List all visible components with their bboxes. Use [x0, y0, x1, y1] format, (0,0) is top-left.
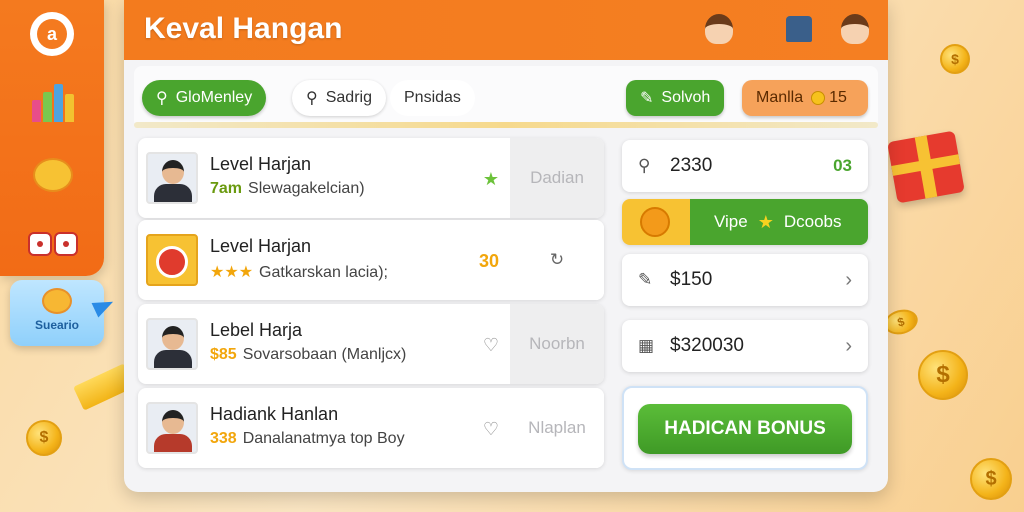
solvoh-button[interactable]: ✎ Solvoh — [626, 80, 725, 116]
app-logo-icon[interactable]: a — [30, 12, 74, 56]
coin-decoration-icon: $ — [918, 350, 968, 400]
item-description: 7am Slewagakelcian) — [210, 180, 365, 198]
hand-coin-icon — [42, 288, 72, 314]
solvoh-label: Solvoh — [661, 89, 711, 106]
coin-icon — [811, 91, 826, 105]
search-icon: ⚲ — [306, 90, 318, 107]
star-icon: ★ — [482, 169, 500, 189]
item-description: ★★★ Gatkarskan lacia); — [210, 262, 388, 282]
search-icon: ⚲ — [156, 90, 168, 107]
vip-label: Vipe — [714, 212, 748, 231]
rating-stars-icon: ★★★ — [210, 264, 254, 281]
bar-chart-icon[interactable] — [26, 76, 80, 122]
item-desc-text: Slewagakelcian) — [248, 180, 365, 197]
sidebar: a — [0, 0, 104, 276]
item-desc-text: Danalanatmya top Boy — [242, 430, 405, 447]
star-icon: ★ — [757, 211, 774, 232]
item-title: Lebel Harja — [210, 320, 303, 340]
filter-pill-glomenley[interactable]: ⚲ GloMenley — [142, 80, 267, 116]
coin-decoration-icon: $ — [26, 420, 62, 456]
item-desc-text: Gatkarskan lacia); — [259, 264, 388, 281]
item-action[interactable]: Nlaplan — [510, 388, 604, 468]
sidebar-item-label: Sueario — [34, 318, 79, 332]
item-title: Hadiank Hanlan — [210, 404, 339, 424]
bank-icon[interactable] — [778, 8, 820, 50]
item-action[interactable]: Noorbn — [510, 304, 604, 384]
avatar — [146, 318, 198, 370]
filter-pill-label: Sadrig — [325, 89, 372, 106]
amount-card[interactable]: ▦ $320030 › — [622, 320, 868, 372]
price-card[interactable]: ✎ $150 › — [622, 254, 868, 306]
divider-highlight — [134, 122, 878, 128]
avatar — [146, 152, 198, 204]
tag-icon: ✎ — [640, 90, 654, 107]
manlla-button[interactable]: Manlla 15 — [742, 80, 868, 116]
filter-pill-pnsidas[interactable]: Pnsidas — [390, 80, 475, 116]
bonus-button[interactable]: HADICAN BONUS — [638, 404, 852, 454]
item-title: Level Harjan — [210, 236, 312, 256]
search-icon: ⚲ — [638, 156, 651, 175]
item-description: 338 Danalanatmya top Boy — [210, 430, 405, 448]
sidebar-item-selected[interactable]: Sueario — [10, 280, 117, 346]
balance-value: 2330 — [670, 155, 713, 176]
balance-card[interactable]: ⚲ 2330 03 — [622, 140, 868, 192]
list-item[interactable]: Lebel Harja $85 Sovarsobaan (Manljcx) ♡ N… — [138, 304, 604, 384]
characters-icon[interactable] — [26, 146, 80, 192]
bonus-card: HADICAN BONUS — [622, 386, 868, 470]
filter-pill-label: Pnsidas — [404, 89, 461, 106]
main-panel: Keval Hangan ⚲ GloMenley ⚲ Sadrig Pnsida… — [124, 0, 888, 492]
manlla-count: 15 — [829, 89, 847, 106]
manlla-label: Manlla — [756, 89, 804, 106]
heart-icon[interactable]: ♡ — [480, 418, 502, 440]
page-title: Keval Hangan — [144, 12, 343, 45]
profile-avatar-icon[interactable] — [834, 8, 876, 50]
header-bar: Keval Hangan — [124, 0, 888, 60]
list-item[interactable]: Level Harjan ★★★ Gatkarskan lacia); 30 ↻ — [138, 220, 604, 300]
heart-icon[interactable]: ♡ — [480, 334, 502, 356]
calendar-icon: ▦ — [638, 336, 655, 355]
chevron-right-icon: › — [845, 268, 852, 291]
vip-extra: Dcoobs — [783, 212, 842, 231]
list-item[interactable]: Hadiank Hanlan 338 Danalanatmya top Boy ♡… — [138, 388, 604, 468]
filter-pill-label: GloMenley — [175, 89, 253, 106]
item-action[interactable]: Dadian — [510, 138, 604, 218]
filter-pill-sadrig[interactable]: ⚲ Sadrig — [292, 80, 386, 116]
item-accent: 7am — [210, 180, 243, 197]
player-avatar-icon[interactable] — [698, 8, 740, 50]
refresh-icon[interactable]: ↻ — [510, 220, 604, 300]
gift-box-icon — [887, 130, 965, 204]
coin-decoration-icon: $ — [940, 44, 970, 74]
item-title: Level Harjan — [210, 154, 312, 174]
amount-value: $320030 — [670, 335, 744, 356]
chevron-right-icon: › — [845, 334, 852, 357]
item-desc-text: Sovarsobaan (Manljcx) — [242, 346, 407, 363]
item-description: $85 Sovarsobaan (Manljcx) — [210, 346, 406, 364]
item-status-value: 30 — [478, 251, 500, 271]
timer-icon — [146, 234, 198, 286]
list-item[interactable]: Level Harjan 7am Slewagakelcian) ★ Dadian — [138, 138, 604, 218]
price-value: $150 — [670, 269, 713, 290]
balance-extra: 03 — [833, 156, 852, 175]
dice-game-icon[interactable] — [26, 210, 80, 256]
item-accent: $85 — [210, 346, 237, 363]
pointer-arrow-icon — [91, 294, 117, 318]
vip-coin-icon — [622, 199, 690, 245]
coin-decoration-icon: $ — [970, 458, 1012, 500]
pencil-icon: ✎ — [638, 270, 653, 289]
avatar — [146, 402, 198, 454]
item-accent: 338 — [210, 430, 237, 447]
filter-bar: ⚲ GloMenley ⚲ Sadrig Pnsidas ✎ Solvoh Ma… — [134, 66, 878, 128]
vip-card[interactable]: Vipe ★ Dcoobs — [622, 199, 868, 245]
